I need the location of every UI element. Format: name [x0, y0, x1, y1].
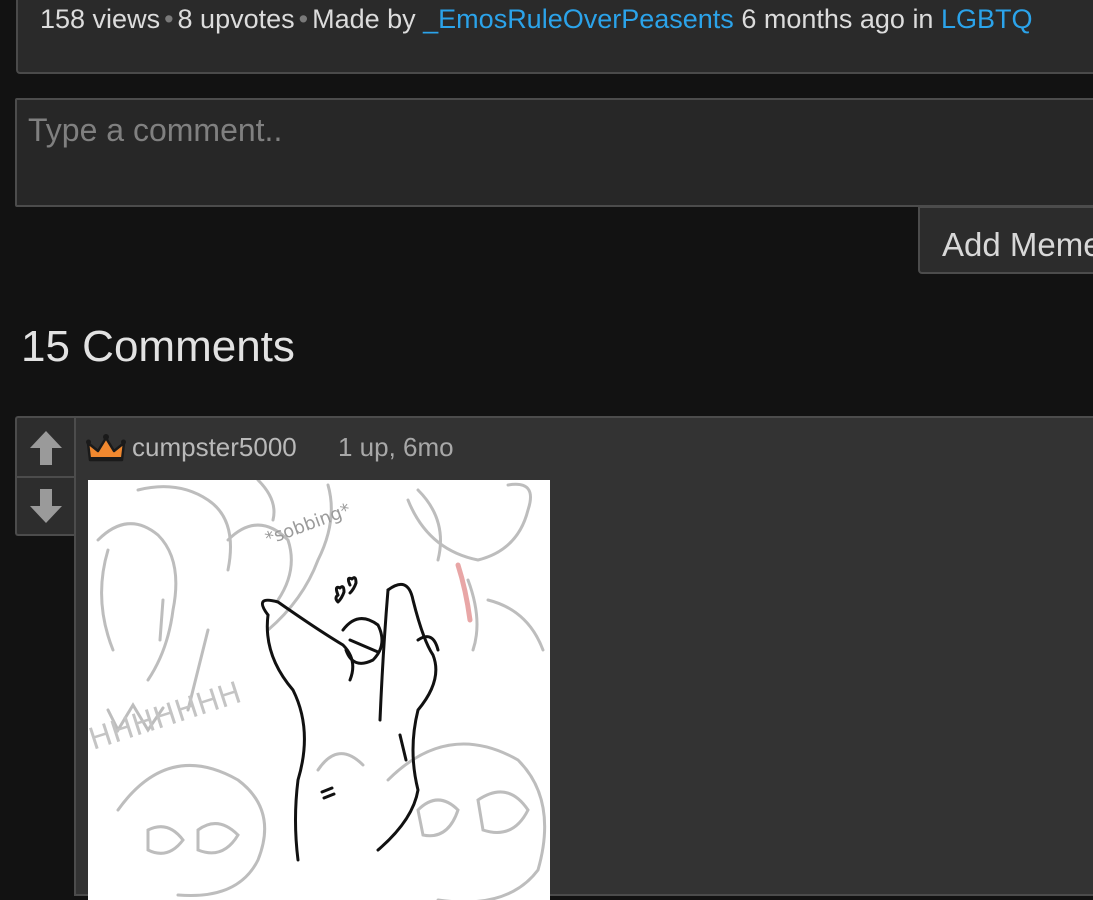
separator-dot: •: [164, 4, 174, 34]
comment-vote-column: [15, 416, 77, 536]
view-count: 158 views: [40, 4, 161, 34]
time-ago: 6 months ago in: [741, 4, 934, 34]
meme-stats-line: 158 views • 8 upvotes • Made by _EmosRuleOve…: [40, 4, 1033, 35]
comment-username[interactable]: cumpster5000: [132, 432, 297, 463]
upvote-button[interactable]: [17, 418, 75, 478]
crown-icon: [86, 432, 126, 469]
downvote-button[interactable]: [17, 478, 75, 536]
separator-dot: •: [298, 4, 309, 34]
upvote-count: 8 upvotes: [177, 4, 295, 34]
comments-heading: 15 Comments: [21, 322, 295, 371]
drawing-caption-scream: HHHHHHH: [88, 676, 246, 758]
comment-input[interactable]: [17, 100, 1093, 205]
comment-image[interactable]: *sobbing* HHHHHHH: [88, 480, 550, 900]
add-meme-button[interactable]: Add Meme: [918, 206, 1093, 274]
meme-info-bar: 158 views • 8 upvotes • Made by _EmosRuleOve…: [16, 0, 1093, 74]
comment-drawing: *sobbing* HHHHHHH: [88, 480, 547, 900]
made-by-label: Made by: [312, 4, 416, 34]
stream-link[interactable]: LGBTQ: [941, 4, 1033, 34]
drawing-caption-sobbing: *sobbing*: [263, 499, 354, 549]
arrow-down-icon: [30, 489, 62, 523]
comment-card: cumpster5000 1 up, 6mo *sobbing* HHHHHHH: [74, 416, 1093, 900]
comment-stats: 1 up, 6mo: [338, 432, 454, 462]
arrow-up-icon: [30, 431, 62, 465]
author-link[interactable]: _EmosRuleOverPeasents: [423, 4, 734, 34]
comment-input-container: [15, 98, 1093, 207]
